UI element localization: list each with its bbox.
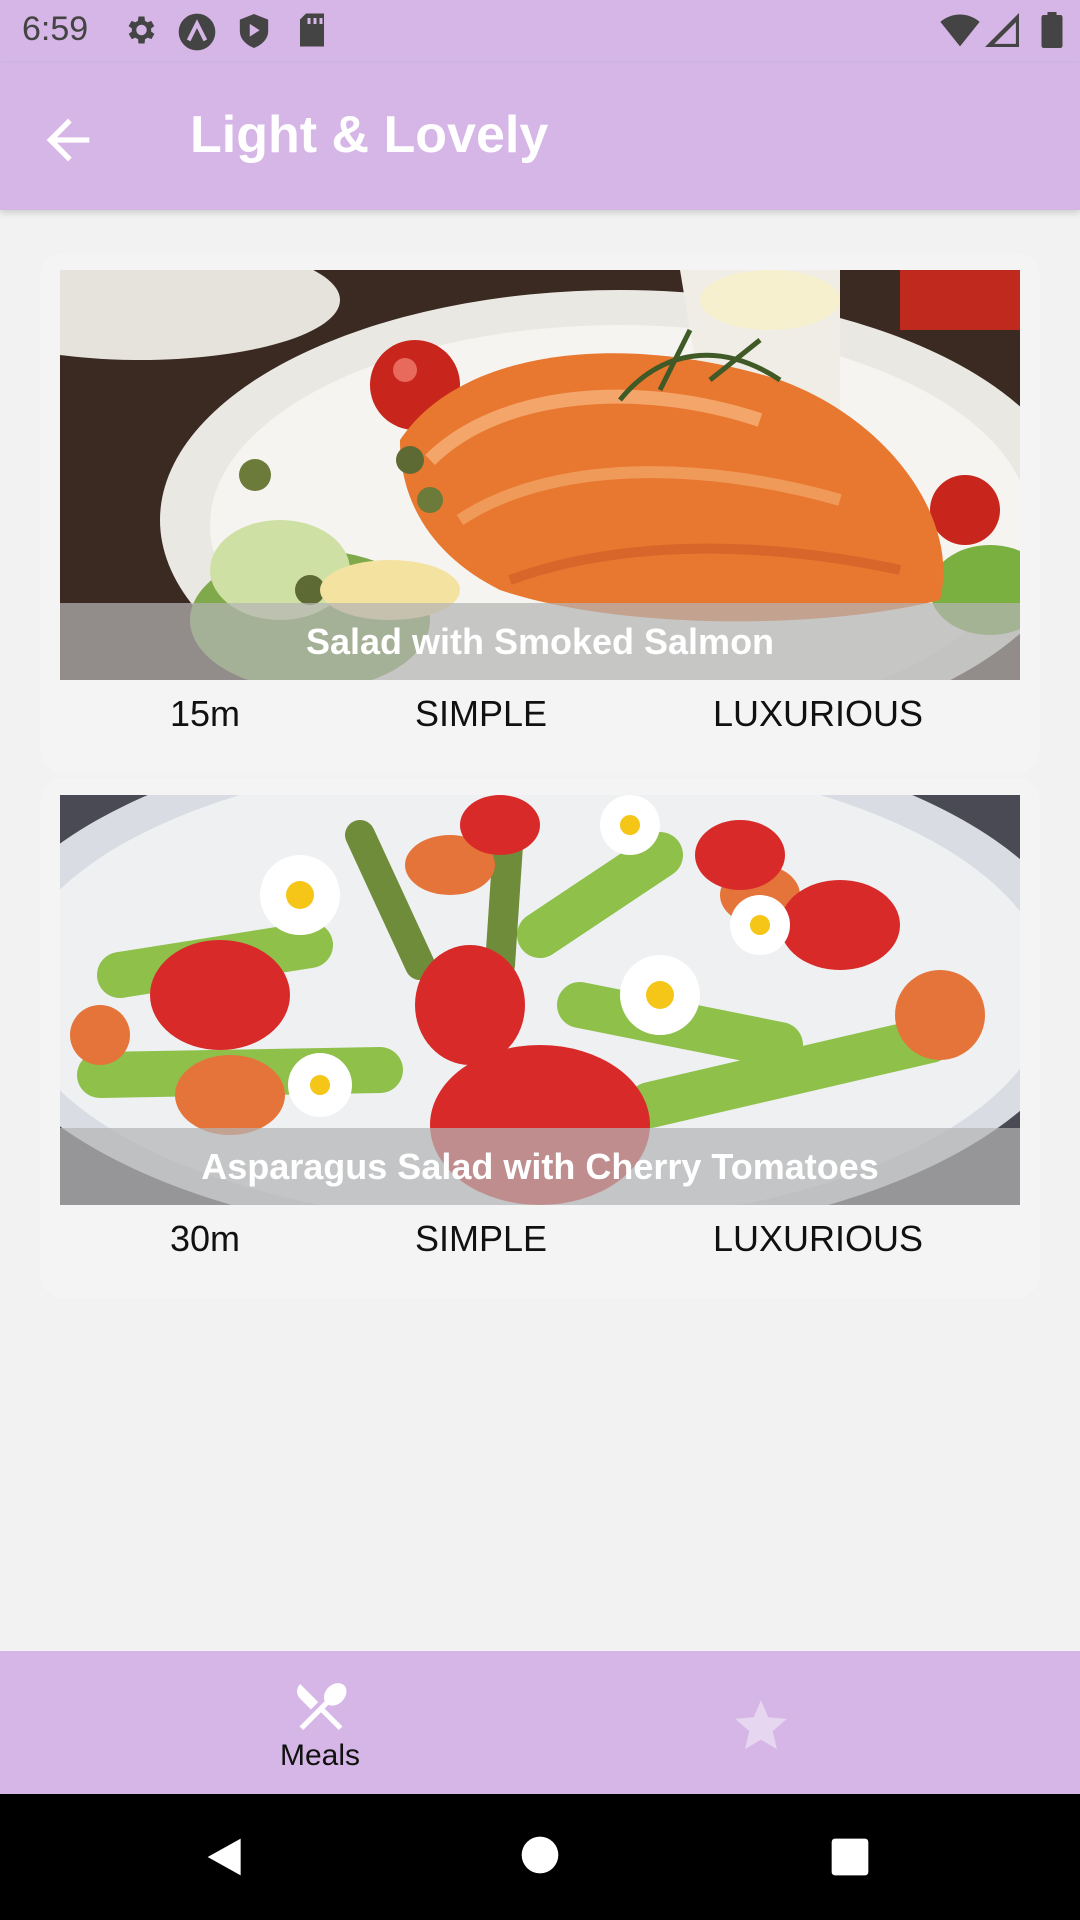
signal-icon xyxy=(985,13,1019,47)
nav-item-meals[interactable]: Meals xyxy=(240,1651,400,1794)
star-icon xyxy=(735,1700,787,1750)
wifi-icon xyxy=(940,14,980,47)
meal-complexity: SIMPLE xyxy=(415,693,548,734)
meal-title: Salad with Smoked Salmon xyxy=(305,620,775,662)
system-nav-bar xyxy=(0,1794,1080,1920)
arrow-back-icon xyxy=(46,118,90,162)
page-title: Light & Lovely xyxy=(190,106,549,164)
fork-knife-icon xyxy=(297,1683,347,1730)
meal-title: Asparagus Salad with Cherry Tomatoes xyxy=(201,1145,879,1187)
meal-image-asparagus: Asparagus Salad with Cherry Tomatoes xyxy=(60,795,1020,1205)
status-bar: 6:59 xyxy=(0,0,1080,63)
meal-duration: 15m xyxy=(170,693,241,734)
sd-card-icon xyxy=(300,13,324,47)
app-a-icon xyxy=(178,13,216,51)
meal-card-asparagus[interactable]: Asparagus Salad with Cherry Tomatoes 30m… xyxy=(40,778,1040,1298)
meal-affordability: LUXURIOUS xyxy=(713,693,924,734)
meal-title-overlay: Asparagus Salad with Cherry Tomatoes xyxy=(60,1128,1020,1205)
meal-image-salmon: Salad with Smoked Salmon xyxy=(60,270,1020,680)
system-home-icon[interactable] xyxy=(520,1835,560,1875)
back-button[interactable] xyxy=(36,108,100,172)
settings-icon xyxy=(128,16,155,44)
meal-card-salmon[interactable]: Salad with Smoked Salmon 15m SIMPLE LUXU… xyxy=(40,253,1040,773)
meal-meta: 30m SIMPLE LUXURIOUS xyxy=(40,1218,1040,1278)
battery-icon xyxy=(1041,12,1063,48)
meal-duration: 30m xyxy=(170,1218,241,1259)
meal-affordability: LUXURIOUS xyxy=(713,1218,924,1259)
meal-title-overlay: Salad with Smoked Salmon xyxy=(60,603,1020,680)
bottom-nav: Meals xyxy=(0,1651,1080,1794)
status-icons-right xyxy=(940,12,1080,52)
status-time: 6:59 xyxy=(22,10,89,48)
meal-meta: 15m SIMPLE LUXURIOUS xyxy=(40,693,1040,753)
app-bar: Light & Lovely xyxy=(0,63,1080,210)
nav-label-meals: Meals xyxy=(279,1739,361,1772)
meal-complexity: SIMPLE xyxy=(415,1218,548,1259)
system-recents-icon[interactable] xyxy=(830,1837,870,1877)
nav-item-favorites[interactable] xyxy=(700,1651,820,1794)
system-back-icon[interactable] xyxy=(204,1835,248,1879)
shield-play-icon xyxy=(239,14,269,48)
